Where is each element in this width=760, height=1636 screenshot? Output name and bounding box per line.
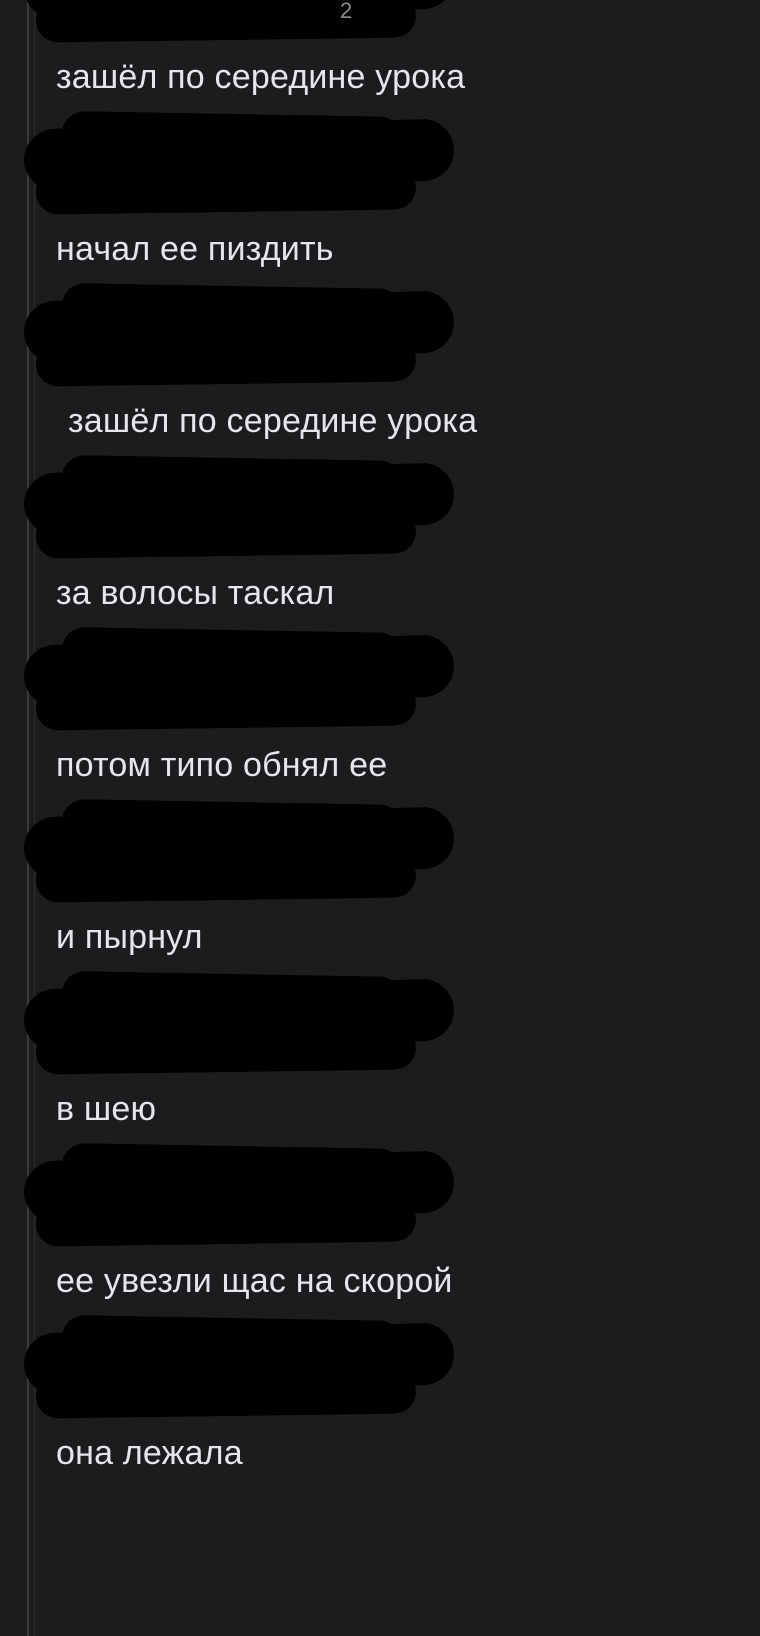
message-text: она лежала xyxy=(56,1434,243,1472)
message-item[interactable]: и пырнул xyxy=(0,799,760,974)
author-redaction xyxy=(61,283,403,333)
author-redaction xyxy=(61,455,403,505)
author-redaction xyxy=(61,971,403,1021)
author-redaction xyxy=(35,337,417,387)
message-item[interactable]: за волосы таскал xyxy=(0,455,760,630)
author-redaction xyxy=(35,1369,417,1419)
message-item[interactable]: в шею xyxy=(0,971,760,1146)
message-text: за волосы таскал xyxy=(56,574,335,612)
author-redaction xyxy=(35,165,417,215)
message-text: потом типо обнял ее xyxy=(56,746,388,784)
author-redaction xyxy=(61,1315,403,1365)
message-item[interactable]: она лежала xyxy=(0,1315,760,1490)
message-text: начал ее пиздить xyxy=(56,230,334,268)
message-item[interactable]: ее увезли щас на скорой xyxy=(0,1143,760,1318)
message-text: и пырнул xyxy=(56,918,203,956)
message-text: ее увезли щас на скорой xyxy=(56,1262,453,1300)
message-text: зашёл по середине урока xyxy=(68,402,478,440)
author-redaction xyxy=(35,509,417,559)
author-redaction xyxy=(61,1143,403,1193)
author-name[interactable]: 2 xyxy=(340,0,352,24)
author-redaction xyxy=(35,853,417,903)
message-item[interactable]: начал ее пиздить xyxy=(0,111,760,286)
author-redaction xyxy=(35,0,417,43)
message-item[interactable]: потом типо обнял ее xyxy=(0,627,760,802)
author-redaction xyxy=(61,799,403,849)
author-redaction xyxy=(35,1197,417,1247)
message-text: в шею xyxy=(56,1090,157,1128)
chat-thread: 2 зашёл по середине урока начал ее пиздить… xyxy=(0,0,760,1636)
message-item[interactable]: 2 зашёл по середине урока xyxy=(0,0,760,114)
message-item[interactable]: зашёл по середине урока xyxy=(0,283,760,458)
author-redaction xyxy=(35,1025,417,1075)
message-text: зашёл по середине урока xyxy=(56,58,466,96)
author-redaction xyxy=(61,111,403,161)
author-redaction xyxy=(35,681,417,731)
author-redaction xyxy=(61,627,403,677)
